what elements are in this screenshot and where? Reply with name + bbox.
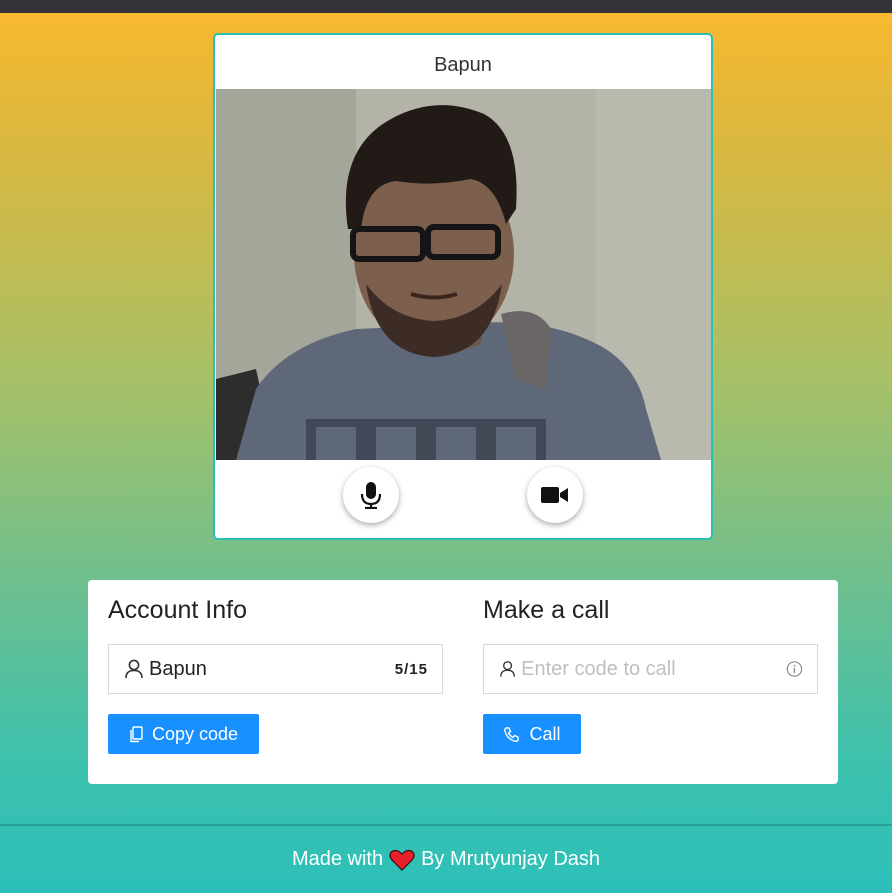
webcam-person-image	[216, 89, 711, 460]
microphone-icon	[360, 482, 382, 509]
user-icon	[500, 661, 515, 677]
footer: Made with By Mrutyunjay Dash	[0, 826, 892, 893]
copy-code-label: Copy code	[151, 723, 239, 744]
copy-icon	[130, 725, 143, 742]
info-panel: Account Info Bapun 5/15 Copy code Make a…	[88, 580, 838, 784]
browser-top-bar	[0, 0, 892, 13]
copy-code-button[interactable]: Copy code	[108, 714, 259, 754]
video-camera-icon	[541, 487, 568, 503]
call-controls	[215, 460, 711, 538]
phone-icon	[504, 726, 520, 742]
user-icon	[125, 659, 143, 679]
name-value: Bapun	[149, 657, 207, 680]
name-char-counter: 5/15	[394, 660, 428, 678]
make-call-title: Make a call	[483, 596, 610, 624]
video-feed	[216, 89, 711, 460]
video-card: Bapun	[213, 33, 713, 540]
name-field[interactable]: Bapun 5/15	[108, 644, 443, 694]
heart-icon	[389, 849, 415, 871]
info-icon[interactable]	[786, 659, 803, 679]
footer-made-with: Made with	[291, 848, 384, 870]
mic-toggle-button[interactable]	[343, 467, 399, 523]
call-label: Call	[529, 723, 561, 744]
account-info-title: Account Info	[108, 596, 247, 624]
caller-name: Bapun	[434, 54, 492, 76]
footer-author: By Mrutyunjay Dash	[421, 848, 601, 870]
call-button[interactable]: Call	[483, 714, 581, 754]
call-code-input[interactable]	[521, 657, 787, 681]
call-code-field[interactable]	[483, 644, 818, 694]
camera-toggle-button[interactable]	[527, 467, 583, 523]
